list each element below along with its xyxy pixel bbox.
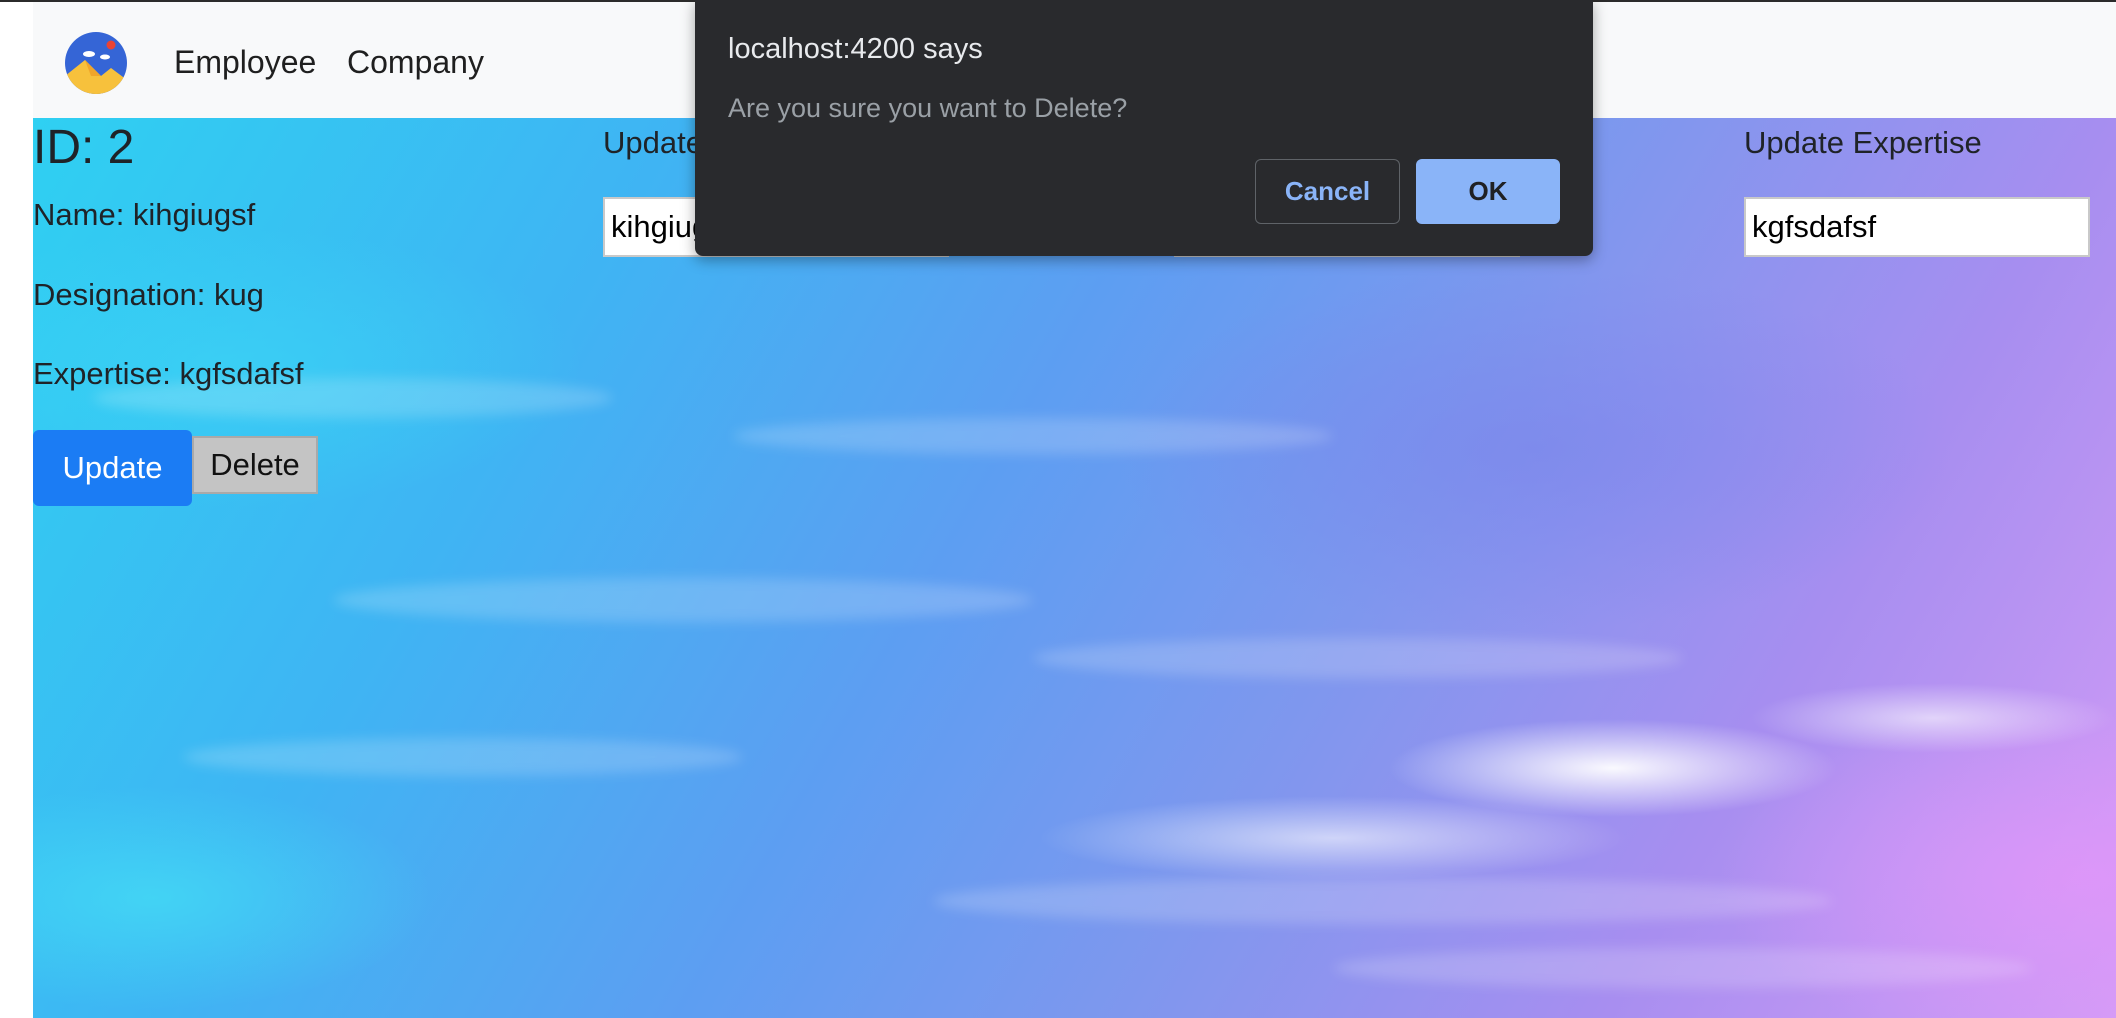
nav-link-employee[interactable]: Employee: [174, 44, 316, 81]
dialog-title: localhost:4200 says: [728, 33, 983, 65]
water-highlight: [333, 578, 1033, 622]
water-highlight: [1333, 948, 2033, 988]
dialog-cancel-button[interactable]: Cancel: [1255, 159, 1400, 224]
water-highlight: [733, 418, 1333, 454]
employee-id-heading: ID: 2: [33, 121, 135, 174]
nav-link-company[interactable]: Company: [347, 44, 484, 81]
dialog-message: Are you sure you want to Delete?: [728, 93, 1128, 123]
update-expertise-label: Update Expertise: [1744, 125, 1982, 160]
update-button[interactable]: Update: [33, 430, 192, 506]
update-expertise-input[interactable]: [1744, 197, 2090, 257]
left-gutter: [0, 2, 33, 1018]
delete-button[interactable]: Delete: [192, 436, 318, 494]
confirm-dialog: localhost:4200 says Are you sure you wan…: [695, 0, 1593, 256]
update-name-label: Update: [603, 125, 703, 160]
water-highlight: [1033, 638, 1683, 678]
employee-expertise-text: Expertise: kgfsdafsf: [33, 356, 304, 391]
employee-designation-text: Designation: kug: [33, 277, 264, 312]
photo-landscape-icon[interactable]: [65, 32, 127, 94]
dialog-ok-button[interactable]: OK: [1416, 159, 1560, 224]
water-highlight: [183, 738, 743, 776]
water-highlight: [933, 878, 1833, 924]
employee-name-text: Name: kihgiugsf: [33, 197, 256, 232]
